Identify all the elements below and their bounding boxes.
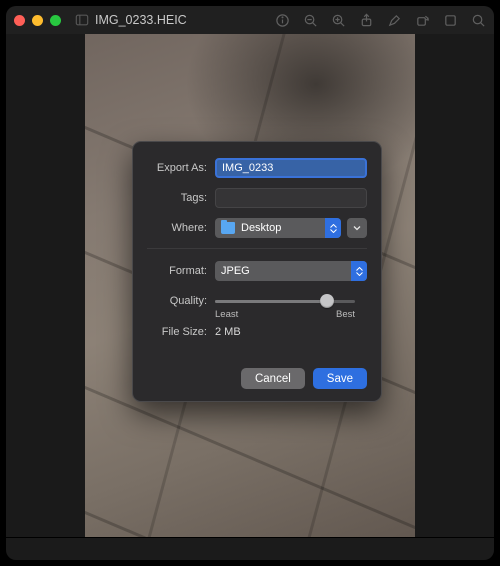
format-select[interactable]: JPEG [215,261,367,281]
search-icon[interactable] [470,12,486,28]
format-label: Format: [147,265,215,277]
share-icon[interactable] [358,12,374,28]
quality-slider[interactable] [215,291,355,311]
tags-label: Tags: [147,192,215,204]
slider-fill [215,300,327,303]
slider-knob[interactable] [320,294,334,308]
preview-window: IMG_0233.HEIC Export As: [6,6,494,560]
minimize-window-button[interactable] [32,15,43,26]
expand-location-button[interactable] [347,218,367,238]
export-dialog: Export As: Tags: Where: Desktop [132,141,382,402]
window-title: IMG_0233.HEIC [95,13,187,27]
where-value: Desktop [241,222,281,234]
quality-label: Quality: [147,295,215,307]
info-icon[interactable] [274,12,290,28]
status-bar [6,537,494,560]
crop-icon[interactable] [442,12,458,28]
close-window-button[interactable] [14,15,25,26]
tags-input[interactable] [215,188,367,208]
toolbar-right [274,12,486,28]
filesize-label: File Size: [147,326,215,338]
where-location-select[interactable]: Desktop [215,218,341,238]
save-button[interactable]: Save [313,368,367,389]
export-as-label: Export As: [147,162,215,174]
where-label: Where: [147,222,215,234]
folder-icon [221,222,235,234]
updown-icon [325,218,341,238]
divider [147,248,367,249]
updown-icon [351,261,367,281]
cancel-button[interactable]: Cancel [241,368,305,389]
titlebar: IMG_0233.HEIC [6,6,494,35]
markup-icon[interactable] [386,12,402,28]
filesize-value: 2 MB [215,326,241,338]
rotate-icon[interactable] [414,12,430,28]
sidebar-icon[interactable] [75,13,89,27]
export-filename-input[interactable] [215,158,367,178]
zoom-in-icon[interactable] [330,12,346,28]
fullscreen-window-button[interactable] [50,15,61,26]
window-controls [14,15,61,26]
format-value: JPEG [221,265,250,277]
zoom-out-icon[interactable] [302,12,318,28]
